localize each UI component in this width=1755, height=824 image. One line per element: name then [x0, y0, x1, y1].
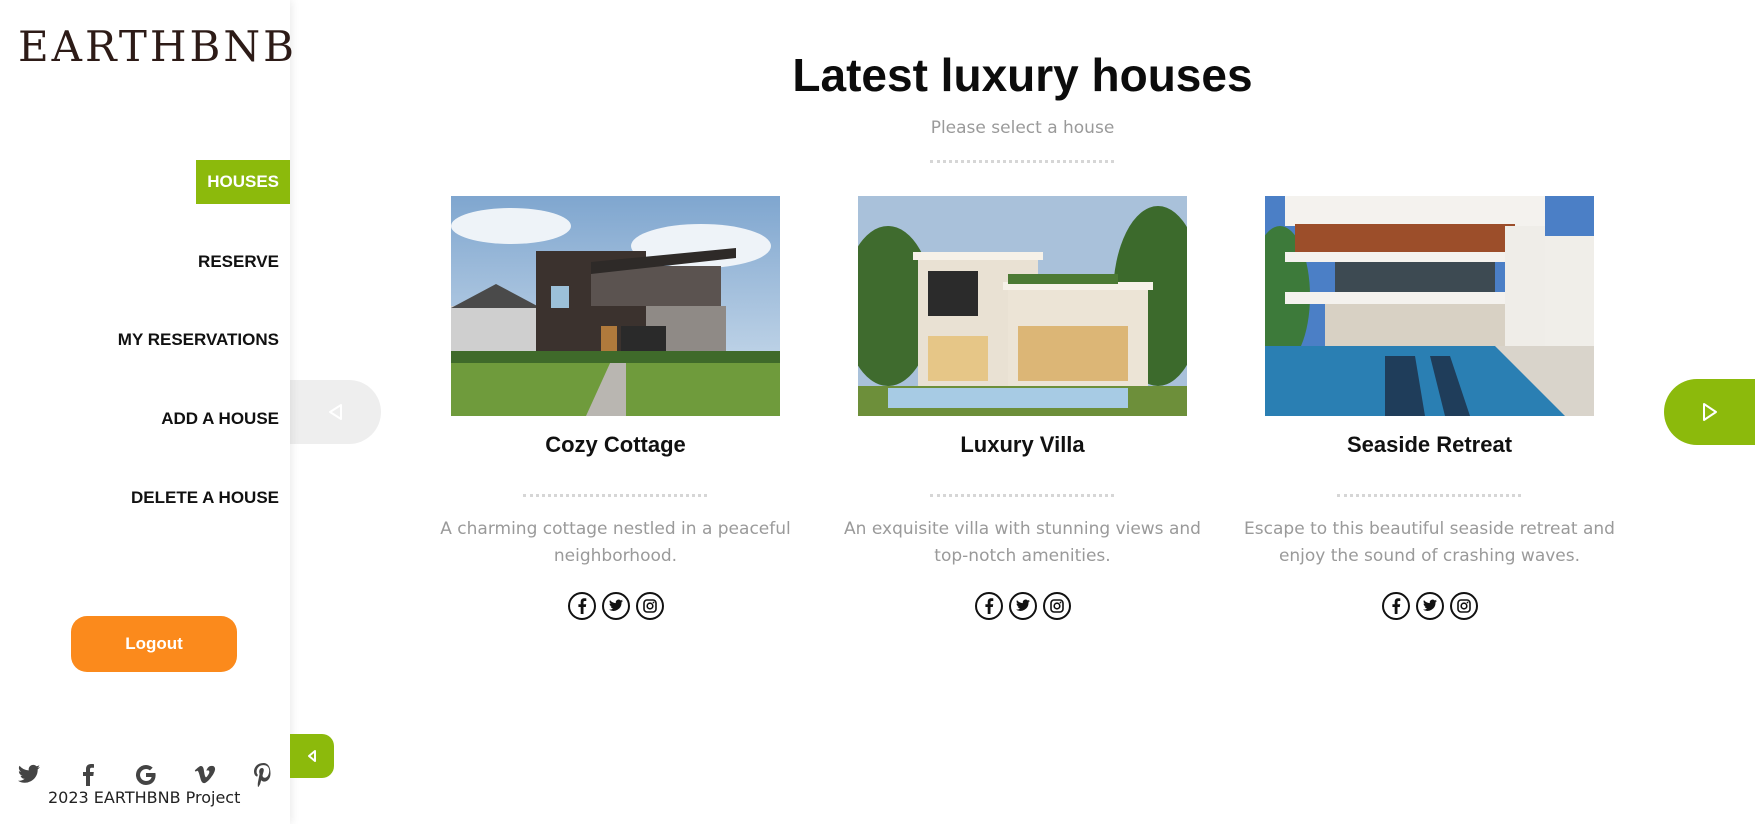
brand-logo[interactable]: EARTHBNB — [18, 22, 297, 71]
house-social-links — [427, 592, 804, 620]
card-divider — [1337, 494, 1521, 497]
sidebar-item-reserve[interactable]: RESERVE — [198, 252, 279, 272]
title-divider — [930, 160, 1114, 163]
triangle-left-icon — [328, 404, 342, 420]
instagram-icon[interactable] — [1042, 592, 1071, 620]
house-description: Escape to this beautiful seaside retreat… — [1244, 519, 1615, 566]
copyright-text: 2023 EARTHBNB Project — [48, 788, 241, 807]
page-title: Latest luxury houses — [792, 49, 1253, 101]
twitter-icon[interactable] — [16, 762, 42, 788]
caret-left-icon — [308, 750, 316, 762]
twitter-icon[interactable] — [1415, 592, 1444, 620]
main-content: Latest luxury houses Please select a hou… — [290, 0, 1755, 824]
instagram-icon[interactable] — [1449, 592, 1478, 620]
house-name: Seaside Retreat — [1346, 432, 1513, 457]
house-image-seaside-retreat[interactable] — [1265, 196, 1594, 416]
house-social-links — [1241, 592, 1618, 620]
house-description: An exquisite villa with stunning views a… — [844, 519, 1201, 566]
carousel-next-button[interactable] — [1664, 379, 1755, 445]
page-subtitle: Please select a house — [930, 118, 1115, 138]
pinterest-icon[interactable] — [250, 762, 276, 788]
google-icon[interactable] — [133, 762, 159, 788]
house-description: A charming cottage nestled in a peaceful… — [440, 519, 791, 566]
sidebar-social-links — [16, 762, 276, 788]
card-divider — [523, 494, 707, 497]
house-social-links — [834, 592, 1211, 620]
house-name: Cozy Cottage — [545, 432, 686, 457]
sidebar-collapse-button[interactable] — [290, 734, 334, 778]
house-image-luxury-villa[interactable] — [858, 196, 1187, 416]
sidebar: EARTHBNB HOUSES RESERVE MY RESERVATIONS … — [0, 0, 294, 824]
facebook-icon[interactable] — [974, 592, 1003, 620]
logout-button[interactable]: Logout — [71, 616, 237, 672]
instagram-icon[interactable] — [635, 592, 664, 620]
facebook-icon[interactable] — [567, 592, 596, 620]
twitter-icon[interactable] — [1008, 592, 1037, 620]
house-image-cozy-cottage[interactable] — [451, 196, 780, 416]
vimeo-icon[interactable] — [192, 762, 218, 788]
sidebar-item-houses[interactable]: HOUSES — [196, 160, 290, 204]
sidebar-item-add-a-house[interactable]: ADD A HOUSE — [161, 409, 279, 429]
card-divider — [930, 494, 1114, 497]
facebook-icon[interactable] — [1381, 592, 1410, 620]
triangle-right-icon — [1702, 403, 1717, 421]
facebook-icon[interactable] — [75, 762, 101, 788]
twitter-icon[interactable] — [601, 592, 630, 620]
sidebar-item-delete-a-house[interactable]: DELETE A HOUSE — [131, 488, 279, 508]
sidebar-item-my-reservations[interactable]: MY RESERVATIONS — [118, 330, 279, 350]
carousel-prev-button[interactable] — [290, 380, 381, 444]
house-name: Luxury Villa — [960, 432, 1085, 457]
